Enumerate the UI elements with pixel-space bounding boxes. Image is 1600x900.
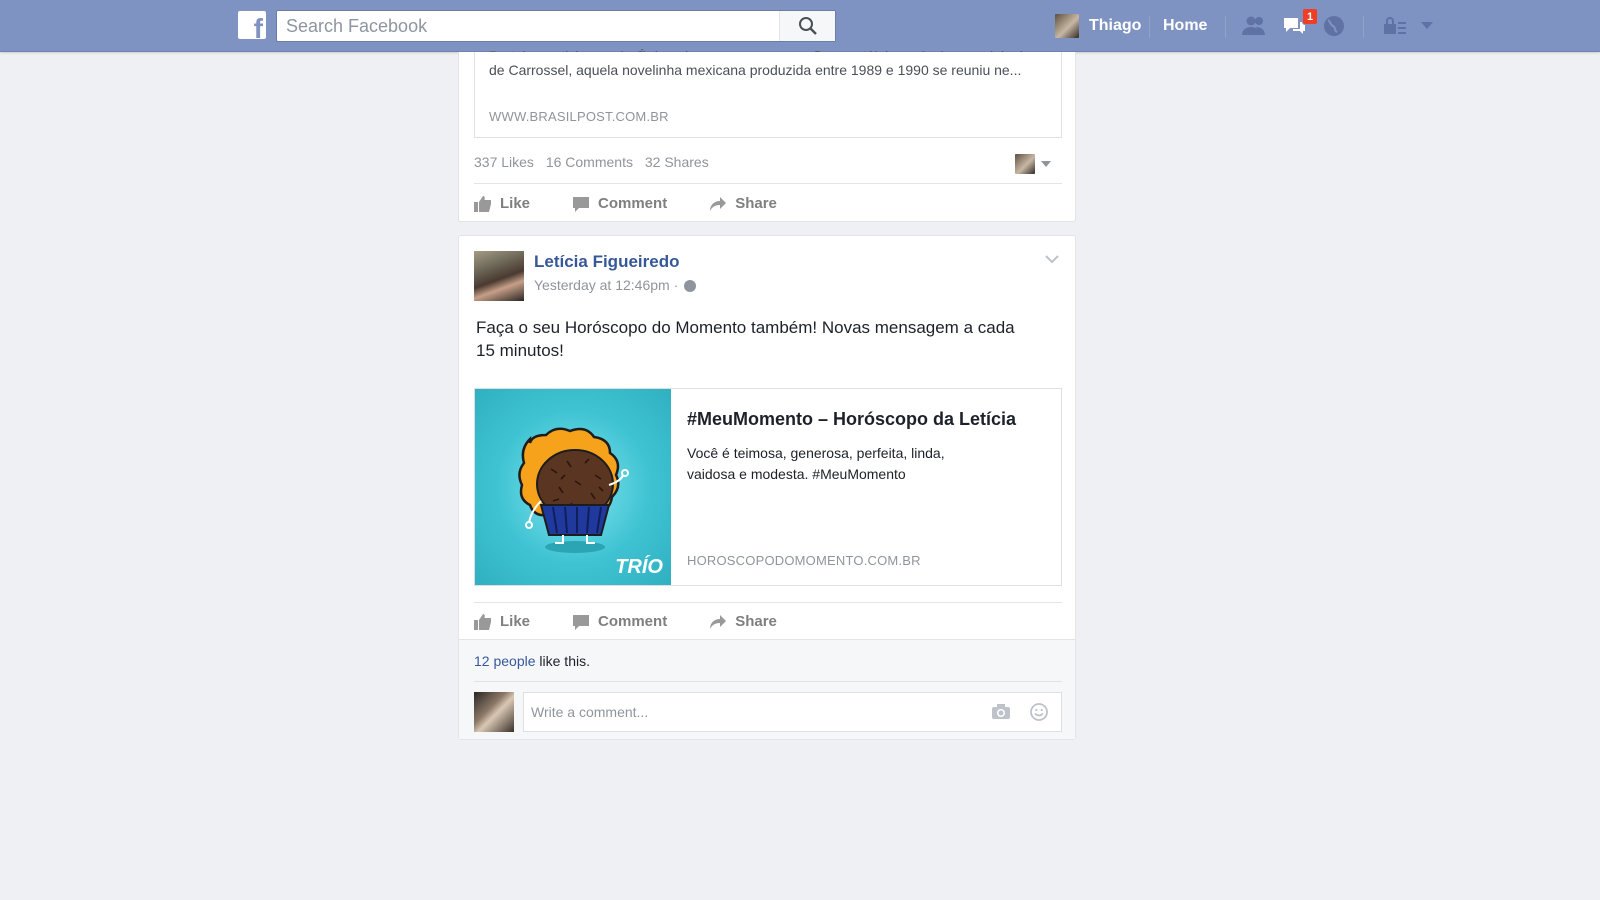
comment-icon xyxy=(573,614,590,630)
divider xyxy=(474,602,1062,603)
share-button[interactable]: Share xyxy=(709,613,777,630)
comment-composer xyxy=(523,692,1062,732)
likes-summary: 12 people like this. xyxy=(474,653,590,669)
link-domain: WWW.BRASILPOST.COM.BR xyxy=(489,109,669,124)
public-globe-icon[interactable] xyxy=(684,280,697,292)
link-description-text: de Carrossel, aquela novelinha mexicana … xyxy=(489,62,1022,78)
comment-icon xyxy=(573,196,590,212)
share-label: Share xyxy=(735,613,777,630)
comment-label: Comment xyxy=(598,613,668,630)
avatar xyxy=(1015,154,1035,174)
divider xyxy=(1363,16,1364,38)
likes-suffix: like this. xyxy=(535,653,590,669)
link-domain: HOROSCOPODOMOMENTO.COM.BR xyxy=(687,553,921,568)
emoji-smiley-icon[interactable] xyxy=(1030,703,1048,721)
link-description: Pratabuanoticia.com.br É demais para nos… xyxy=(489,48,1049,80)
timestamp-text[interactable]: Yesterday at 12:46pm · xyxy=(534,277,678,293)
post-actions: Like Comment Share xyxy=(474,195,819,212)
share-label: Share xyxy=(735,195,777,212)
image-brand-text: TRÍO xyxy=(615,556,663,578)
ufi-area: 12 people like this. xyxy=(459,639,1075,739)
divider xyxy=(474,681,1062,682)
comments-count[interactable]: 16 Comments xyxy=(546,154,633,170)
notifications-globe-icon[interactable] xyxy=(1320,14,1348,38)
search-input[interactable] xyxy=(277,11,777,41)
feed-post: Pratabuanoticia.com.br É demais para nos… xyxy=(458,48,1076,222)
feed-post: Letícia Figueiredo Yesterday at 12:46pm … xyxy=(458,235,1076,740)
account-menu-chevron-down-icon[interactable] xyxy=(1420,21,1434,31)
messages-badge: 1 xyxy=(1302,8,1318,25)
post-timestamp: Yesterday at 12:46pm · xyxy=(534,277,697,293)
search-icon xyxy=(799,17,817,35)
comment-button[interactable]: Comment xyxy=(572,613,667,630)
comment-label: Comment xyxy=(598,195,668,212)
divider xyxy=(1225,16,1226,38)
likes-count[interactable]: 337 Likes xyxy=(474,154,534,170)
camera-icon[interactable] xyxy=(991,703,1011,721)
search-button[interactable] xyxy=(779,11,835,41)
like-label: Like xyxy=(500,195,531,212)
comment-input[interactable] xyxy=(524,693,964,731)
chevron-down-icon xyxy=(1041,161,1051,167)
shares-count[interactable]: 32 Shares xyxy=(645,154,709,170)
post-text: Faça o seu Horóscopo do Momento também! … xyxy=(476,318,1015,360)
post-stats: 337 Likes 16 Comments 32 Shares xyxy=(474,154,717,170)
avatar xyxy=(474,692,514,732)
like-button[interactable]: Like xyxy=(474,613,530,630)
divider xyxy=(1149,16,1150,38)
author-avatar[interactable] xyxy=(474,251,524,301)
facebook-logo-icon[interactable]: f xyxy=(238,11,266,43)
post-actions: Like Comment Share xyxy=(474,613,819,630)
post-options-chevron-down-icon[interactable] xyxy=(1045,254,1059,264)
profile-link[interactable]: Thiago xyxy=(1055,13,1141,39)
thumbs-up-icon xyxy=(474,613,491,630)
thumbs-up-icon xyxy=(474,195,491,212)
privacy-shortcuts-icon[interactable] xyxy=(1380,14,1408,38)
shared-link-card[interactable]: TRÍO #MeuMomento – Horóscopo da Letícia … xyxy=(474,388,1062,586)
like-button[interactable]: Like xyxy=(474,195,530,212)
link-title[interactable]: #MeuMomento – Horóscopo da Letícia xyxy=(687,409,1047,430)
top-bar: f Thiago Home 1 xyxy=(0,0,1600,52)
avatar xyxy=(1055,14,1079,38)
link-description-cut-line: Pratabuanoticia.com.br É demais para nos… xyxy=(489,46,1049,52)
friend-requests-icon[interactable] xyxy=(1240,14,1268,38)
share-button[interactable]: Share xyxy=(709,195,777,212)
comment-button[interactable]: Comment xyxy=(572,195,667,212)
link-description: Você é teimosa, generosa, perfeita, lind… xyxy=(687,445,945,482)
link-image[interactable]: TRÍO xyxy=(475,389,671,585)
home-link[interactable]: Home xyxy=(1163,17,1207,35)
profile-name: Thiago xyxy=(1089,17,1142,34)
share-arrow-icon xyxy=(710,196,727,211)
search-box xyxy=(276,10,836,42)
author-name[interactable]: Letícia Figueiredo xyxy=(534,252,679,272)
divider xyxy=(474,183,1062,184)
actor-selector[interactable] xyxy=(1015,154,1051,174)
likers-link[interactable]: 12 people xyxy=(474,653,536,669)
share-arrow-icon xyxy=(710,614,727,629)
like-label: Like xyxy=(500,613,531,630)
shared-link-preview[interactable]: Pratabuanoticia.com.br É demais para nos… xyxy=(474,48,1062,138)
